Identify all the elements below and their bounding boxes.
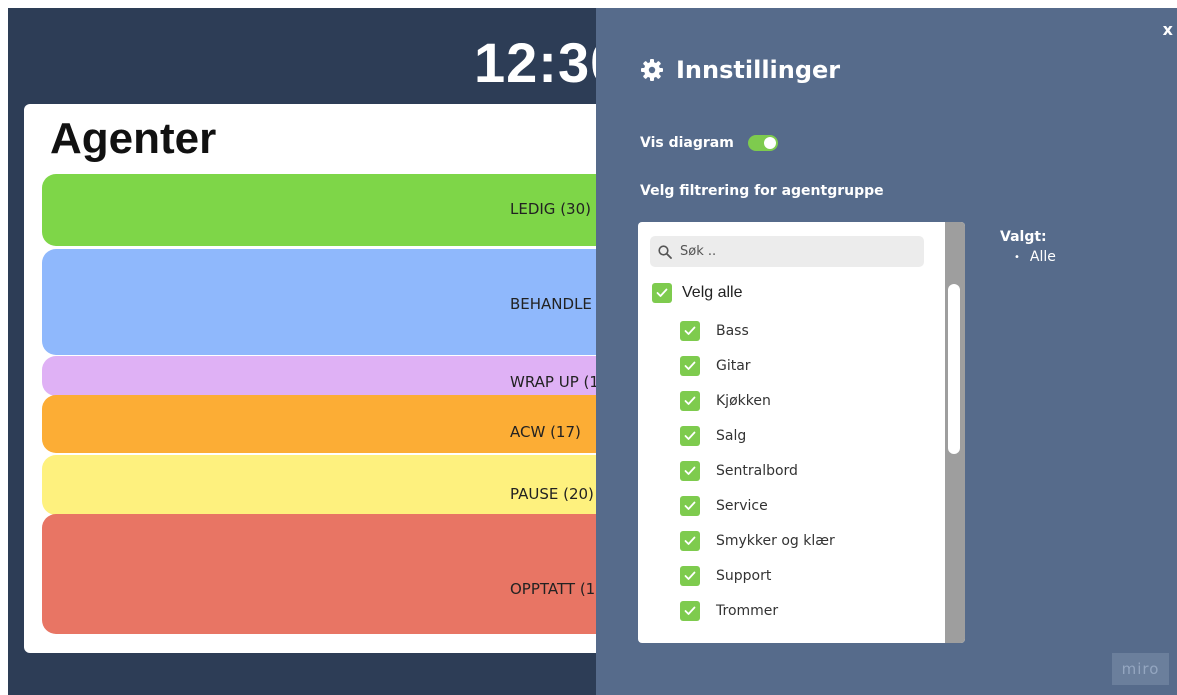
search-input[interactable] [680, 244, 900, 259]
filter-label: Velg filtrering for agentgruppe [640, 183, 884, 199]
group-item-bass[interactable]: Bass [680, 321, 749, 341]
group-item-smykker[interactable]: Smykker og klær [680, 531, 835, 551]
group-item-support[interactable]: Support [680, 566, 771, 586]
status-label: BEHANDLE [510, 295, 592, 313]
gear-icon [641, 59, 663, 81]
group-item-label: Smykker og klær [716, 533, 835, 549]
selected-item: • Alle [1014, 249, 1056, 265]
group-item-label: Support [716, 568, 772, 584]
checkbox-checked-icon [680, 391, 700, 411]
status-bar-opptatt: OPPTATT (1 [42, 514, 642, 634]
bullet-icon: • [1014, 251, 1020, 263]
checkbox-checked-icon [680, 601, 700, 621]
selected-label: Valgt: [1000, 229, 1047, 245]
group-item-kjokken[interactable]: Kjøkken [680, 391, 771, 411]
group-item-service[interactable]: Service [680, 496, 768, 516]
group-item-trommer[interactable]: Trommer [680, 601, 778, 621]
status-label: LEDIG (30) [510, 200, 591, 218]
group-item-label: Bass [716, 323, 749, 339]
checkbox-checked-icon [680, 566, 700, 586]
status-bar-wrap-up: WRAP UP (1 [42, 356, 642, 396]
close-button[interactable]: x [1163, 20, 1173, 39]
group-item-salg[interactable]: Salg [680, 426, 746, 446]
checkbox-checked-icon [680, 496, 700, 516]
agents-title: Agenter [50, 114, 217, 163]
status-bar-acw: ACW (17) [42, 395, 642, 453]
checkbox-checked-icon [680, 461, 700, 481]
select-all-label: Velg alle [682, 284, 743, 301]
selected-item-label: Alle [1029, 249, 1056, 265]
group-item-gitar[interactable]: Gitar [680, 356, 751, 376]
group-item-sentralbord[interactable]: Sentralbord [680, 461, 798, 481]
vis-diagram-row: Vis diagram [640, 135, 778, 151]
settings-title: Innstillinger [640, 56, 840, 84]
scrollbar-gutter [943, 222, 945, 643]
group-item-label: Kjøkken [716, 393, 771, 409]
search-icon [658, 244, 672, 259]
group-item-label: Service [716, 498, 768, 514]
checkbox-checked-icon [680, 531, 700, 551]
miro-watermark: miro [1112, 653, 1169, 685]
status-label: OPPTATT (1 [510, 580, 596, 598]
settings-title-text: Innstillinger [676, 56, 841, 84]
group-item-label: Salg [716, 428, 747, 444]
group-item-label: Sentralbord [716, 463, 798, 479]
status-bar-pause: PAUSE (20) [42, 455, 642, 515]
vis-diagram-label: Vis diagram [640, 135, 734, 151]
status-label: WRAP UP (1 [510, 373, 599, 391]
status-label: PAUSE (20) [510, 485, 594, 503]
agents-panel: Agenter LEDIG (30) BEHANDLE WRAP UP (1 A… [24, 104, 642, 653]
toggle-knob [763, 137, 776, 149]
agent-group-list: Velg alle Bass Gitar Kjøkken Salg Sentra… [638, 222, 965, 643]
group-item-label: Trommer [716, 603, 779, 619]
select-all-checkbox[interactable]: Velg alle [652, 283, 743, 303]
checkbox-checked-icon [680, 356, 700, 376]
checkbox-checked-icon [680, 426, 700, 446]
status-label: ACW (17) [510, 423, 581, 441]
group-item-label: Gitar [716, 358, 751, 374]
status-bar-behandle: BEHANDLE [42, 249, 642, 355]
checkbox-checked-icon [680, 321, 700, 341]
vis-diagram-toggle[interactable] [747, 135, 778, 151]
scrollbar-thumb[interactable] [948, 284, 960, 454]
status-bar-ledig: LEDIG (30) [42, 174, 642, 246]
settings-panel: x Innstillinger Vis diagram Velg filtrer… [596, 8, 1177, 695]
checkbox-checked-icon [652, 283, 672, 303]
search-box [650, 236, 924, 267]
